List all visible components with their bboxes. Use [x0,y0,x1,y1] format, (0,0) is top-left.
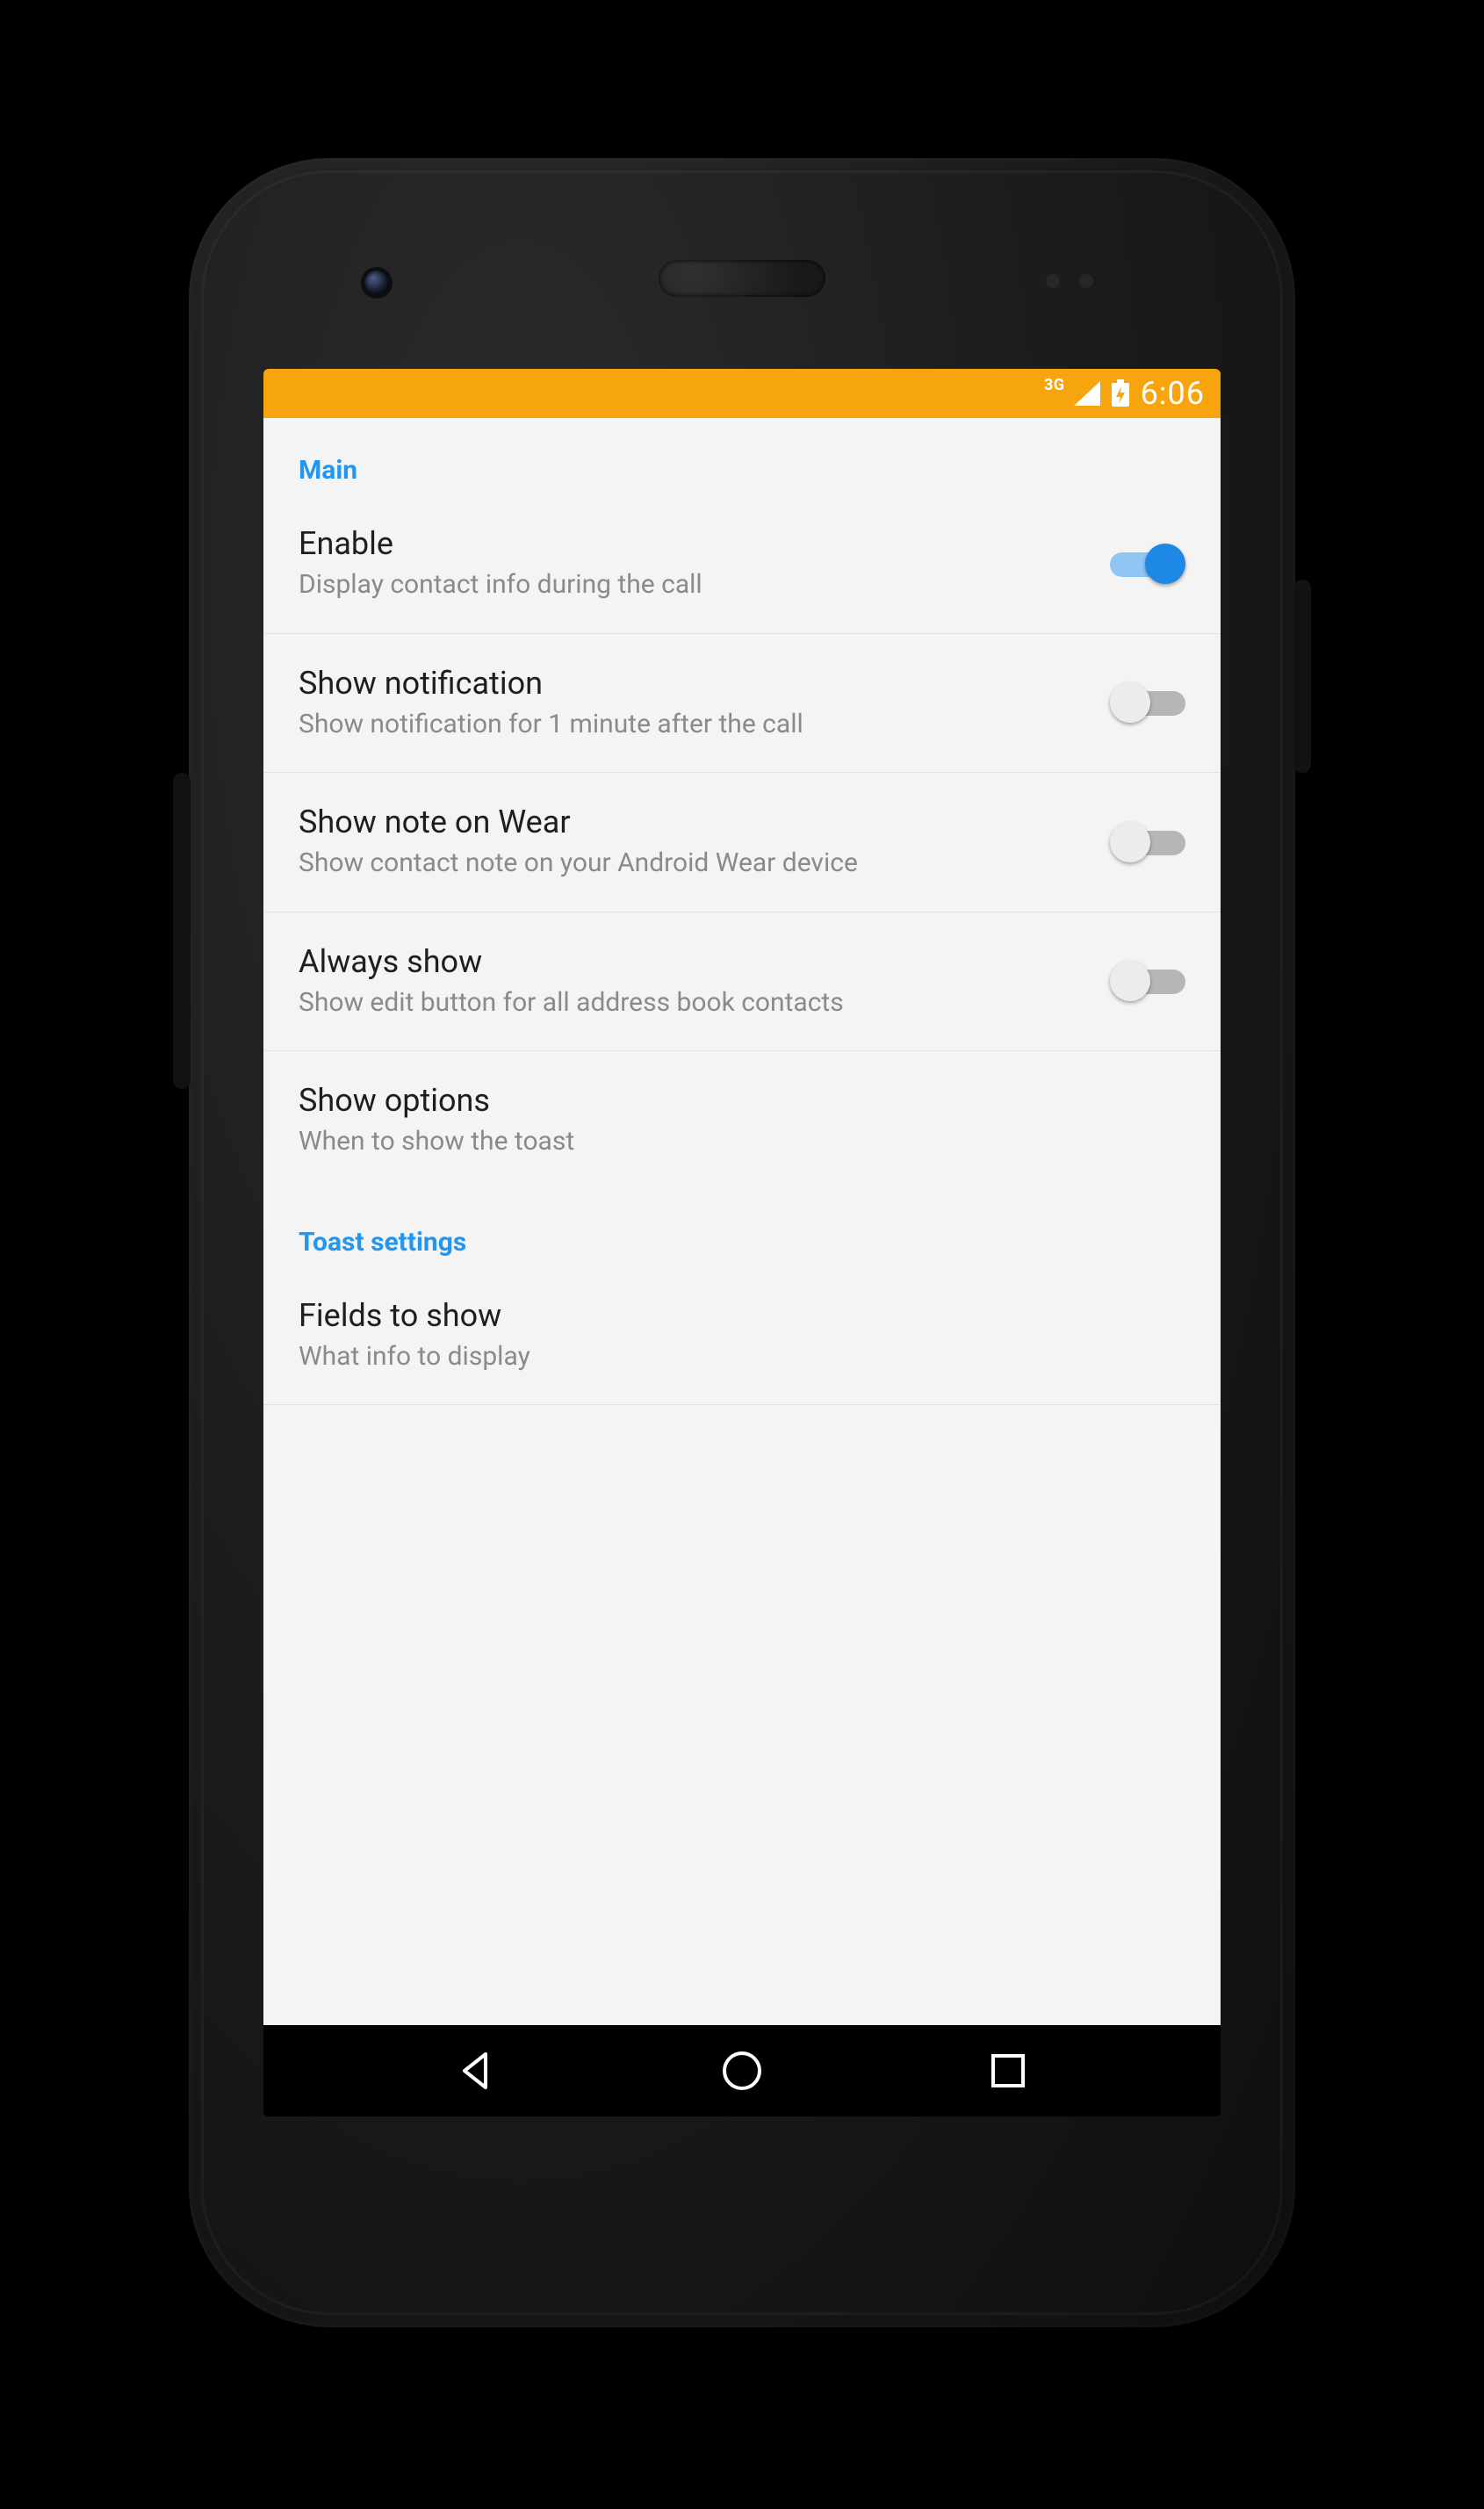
switch-show-note-on-wear[interactable] [1110,822,1185,862]
nav-recent-apps-button[interactable] [955,2036,1061,2106]
earpiece-speaker [659,260,825,297]
setting-title: Show options [299,1081,1185,1121]
nav-home-button[interactable] [689,2036,795,2106]
setting-title: Always show [299,942,1089,982]
setting-fields-to-show[interactable]: Fields to show What info to display [263,1266,1221,1405]
battery-charging-icon [1111,379,1130,407]
signal-icon [1074,381,1100,406]
setting-title: Fields to show [299,1296,1185,1336]
setting-subtitle: Show notification for 1 minute after the… [299,707,1089,743]
screen: 3G 6:06 Main Enable Display contact inf [263,369,1221,2116]
setting-subtitle: When to show the toast [299,1124,1185,1160]
setting-title: Enable [299,524,1089,564]
volume-rocker [173,773,191,1089]
proximity-sensors [1046,274,1093,288]
network-type-label: 3G [1044,376,1065,394]
setting-show-notification[interactable]: Show notification Show notification for … [263,633,1221,773]
section-header-main: Main [263,418,1221,494]
setting-always-show[interactable]: Always show Show edit button for all add… [263,912,1221,1051]
section-header-toast: Toast settings [263,1190,1221,1266]
switch-show-notification[interactable] [1110,682,1185,723]
setting-show-note-on-wear[interactable]: Show note on Wear Show contact note on y… [263,772,1221,912]
setting-title: Show notification [299,664,1089,703]
setting-show-options[interactable]: Show options When to show the toast [263,1050,1221,1190]
setting-subtitle: What info to display [299,1339,1185,1375]
front-camera [364,270,389,295]
setting-subtitle: Show edit button for all address book co… [299,985,1089,1021]
settings-list[interactable]: Main Enable Display contact info during … [263,418,1221,2025]
navigation-bar [263,2025,1221,2116]
setting-title: Show note on Wear [299,803,1089,842]
status-bar: 3G 6:06 [263,369,1221,418]
switch-always-show[interactable] [1110,961,1185,1001]
next-row-divider [263,1404,1221,1413]
setting-enable[interactable]: Enable Display contact info during the c… [263,494,1221,633]
setting-subtitle: Show contact note on your Android Wear d… [299,846,1089,882]
phone-frame: 3G 6:06 Main Enable Display contact inf [189,158,1295,2327]
clock-label: 6:06 [1141,375,1205,412]
nav-back-button[interactable] [423,2036,529,2106]
switch-enable[interactable] [1110,544,1185,584]
power-button [1293,580,1311,773]
setting-subtitle: Display contact info during the call [299,567,1089,603]
